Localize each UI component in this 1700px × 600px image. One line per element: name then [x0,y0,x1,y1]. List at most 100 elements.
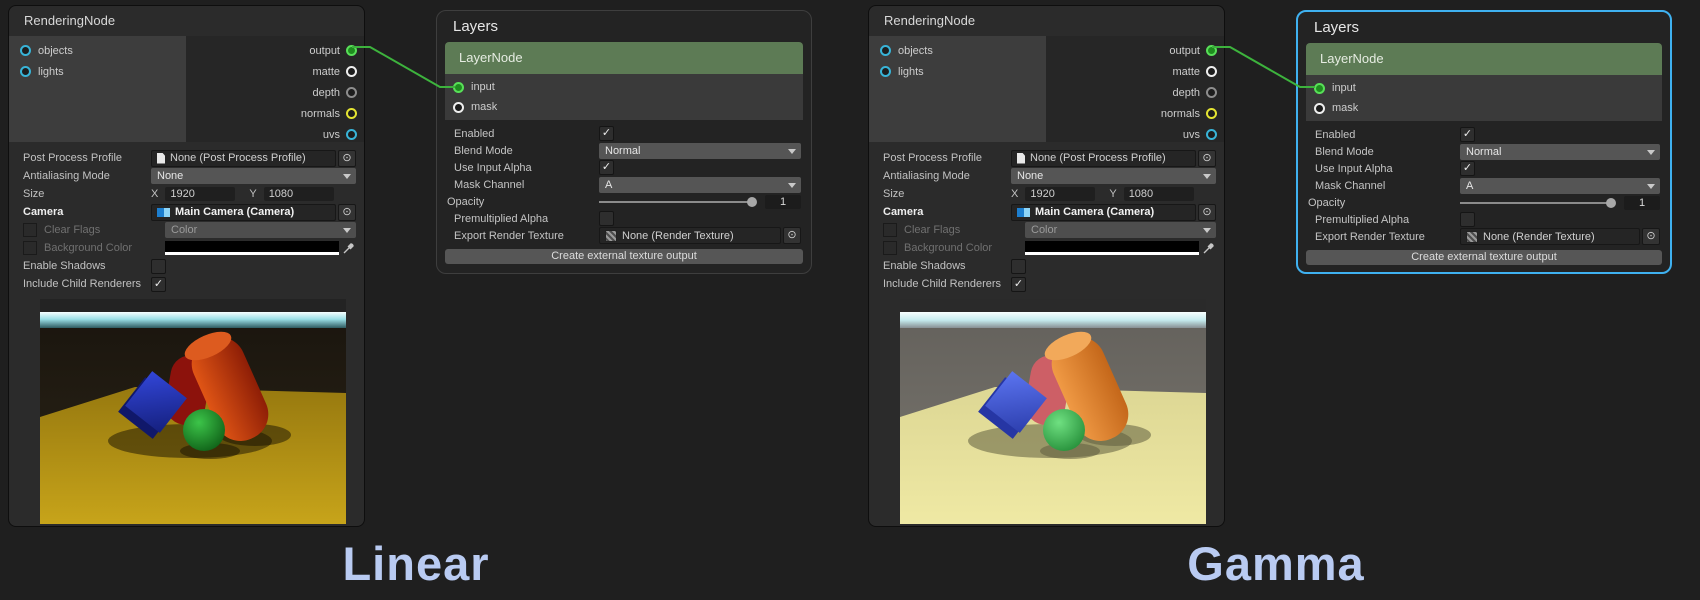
enable-shadows-checkbox[interactable] [151,259,166,274]
port-depth[interactable]: depth [186,82,357,103]
opacity-slider[interactable]: 1 [599,195,801,209]
background-color-swatch[interactable] [165,241,339,255]
create-external-texture-output-button[interactable]: Create external texture output [445,249,803,264]
enable-shadows-checkbox[interactable] [1011,259,1026,274]
post-process-profile-field[interactable]: None (Post Process Profile) [1011,150,1196,167]
port-matte[interactable]: matte [186,61,357,82]
matte-port-icon[interactable] [346,66,357,77]
blend-mode-dropdown[interactable]: Normal [599,143,801,159]
export-render-texture-object-picker[interactable]: ⊙ [783,227,801,244]
layer-node-header[interactable]: LayerNode [445,42,803,74]
background-color-override-checkbox[interactable] [23,241,37,255]
include-child-renderers-checkbox[interactable]: ✓ [151,277,166,292]
row-mask-channel: Mask Channel A [1298,177,1670,194]
port-lights[interactable]: lights [9,61,186,82]
port-output[interactable]: output [1046,40,1217,61]
row-camera: Camera Main Camera (Camera) ⊙ [869,203,1224,221]
use-input-alpha-checkbox[interactable]: ✓ [599,160,614,175]
post-process-profile-object-picker[interactable]: ⊙ [338,150,356,167]
lights-port-icon[interactable] [880,66,891,77]
size-y-field[interactable]: 1080 [264,187,334,201]
premultiplied-alpha-checkbox[interactable] [599,211,614,226]
objects-port-icon[interactable] [880,45,891,56]
port-input[interactable]: input [1306,78,1662,98]
port-matte[interactable]: matte [1046,61,1217,82]
port-uvs[interactable]: uvs [1046,124,1217,145]
clear-flags-dropdown[interactable]: Color [1025,222,1216,238]
antialiasing-mode-dropdown[interactable]: None [151,168,356,184]
blend-mode-value: Normal [1466,146,1501,158]
export-render-texture-field[interactable]: None (Render Texture) [1460,228,1640,245]
opacity-slider-track[interactable] [1460,202,1608,204]
port-objects[interactable]: objects [869,40,1046,61]
size-x-field[interactable]: 1920 [1025,187,1095,201]
port-lights[interactable]: lights [869,61,1046,82]
rendering-node-title[interactable]: RenderingNode [9,6,364,36]
normals-port-icon[interactable] [1206,108,1217,119]
matte-port-label: matte [1172,66,1200,78]
eyedropper-icon[interactable] [342,241,356,255]
port-depth[interactable]: depth [1046,82,1217,103]
output-port-icon[interactable] [1206,45,1217,56]
port-mask[interactable]: mask [1306,98,1662,118]
enabled-checkbox[interactable]: ✓ [1460,127,1475,142]
input-port-icon[interactable] [1314,83,1325,94]
depth-port-icon[interactable] [346,87,357,98]
blend-mode-dropdown[interactable]: Normal [1460,144,1660,160]
post-process-profile-object-picker[interactable]: ⊙ [1198,150,1216,167]
clear-flags-override-checkbox[interactable] [23,223,37,237]
objects-port-label: objects [38,45,73,57]
premultiplied-alpha-checkbox[interactable] [1460,212,1475,227]
input-port-label: input [1332,82,1356,94]
opacity-slider-handle[interactable] [1606,198,1616,208]
port-mask[interactable]: mask [445,97,803,117]
port-normals[interactable]: normals [1046,103,1217,124]
port-objects[interactable]: objects [9,40,186,61]
use-input-alpha-checkbox[interactable]: ✓ [1460,161,1475,176]
eyedropper-icon[interactable] [1202,241,1216,255]
matte-port-icon[interactable] [1206,66,1217,77]
enabled-checkbox[interactable]: ✓ [599,126,614,141]
background-color-override-checkbox[interactable] [883,241,897,255]
uvs-port-icon[interactable] [346,129,357,140]
rendering-node-title[interactable]: RenderingNode [869,6,1224,36]
port-normals[interactable]: normals [186,103,357,124]
post-process-profile-field[interactable]: None (Post Process Profile) [151,150,336,167]
render-preview-image [900,299,1206,524]
background-color-swatch[interactable] [1025,241,1199,255]
port-input[interactable]: input [445,77,803,97]
port-output[interactable]: output [186,40,357,61]
clear-flags-override-checkbox[interactable] [883,223,897,237]
size-y-field[interactable]: 1080 [1124,187,1194,201]
create-external-texture-output-button[interactable]: Create external texture output [1306,250,1662,265]
camera-object-picker[interactable]: ⊙ [338,204,356,221]
objects-port-icon[interactable] [20,45,31,56]
mask-channel-dropdown[interactable]: A [1460,178,1660,194]
uvs-port-icon[interactable] [1206,129,1217,140]
opacity-slider-track[interactable] [599,201,749,203]
mask-port-icon[interactable] [453,102,464,113]
clear-flags-dropdown[interactable]: Color [165,222,356,238]
camera-object-picker[interactable]: ⊙ [1198,204,1216,221]
opacity-value-field[interactable]: 1 [765,195,801,209]
chevron-down-icon [1647,184,1655,189]
opacity-value-field[interactable]: 1 [1624,196,1660,210]
opacity-slider-handle[interactable] [747,197,757,207]
export-render-texture-object-picker[interactable]: ⊙ [1642,228,1660,245]
size-x-field[interactable]: 1920 [165,187,235,201]
opacity-slider[interactable]: 1 [1460,196,1660,210]
camera-field[interactable]: Main Camera (Camera) [151,204,336,221]
antialiasing-mode-dropdown[interactable]: None [1011,168,1216,184]
include-child-renderers-checkbox[interactable]: ✓ [1011,277,1026,292]
mask-channel-dropdown[interactable]: A [599,177,801,193]
lights-port-icon[interactable] [20,66,31,77]
depth-port-icon[interactable] [1206,87,1217,98]
output-port-icon[interactable] [346,45,357,56]
camera-field[interactable]: Main Camera (Camera) [1011,204,1196,221]
mask-port-icon[interactable] [1314,103,1325,114]
input-port-icon[interactable] [453,82,464,93]
layer-node-header[interactable]: LayerNode [1306,43,1662,75]
normals-port-icon[interactable] [346,108,357,119]
export-render-texture-field[interactable]: None (Render Texture) [599,227,781,244]
port-uvs[interactable]: uvs [186,124,357,145]
